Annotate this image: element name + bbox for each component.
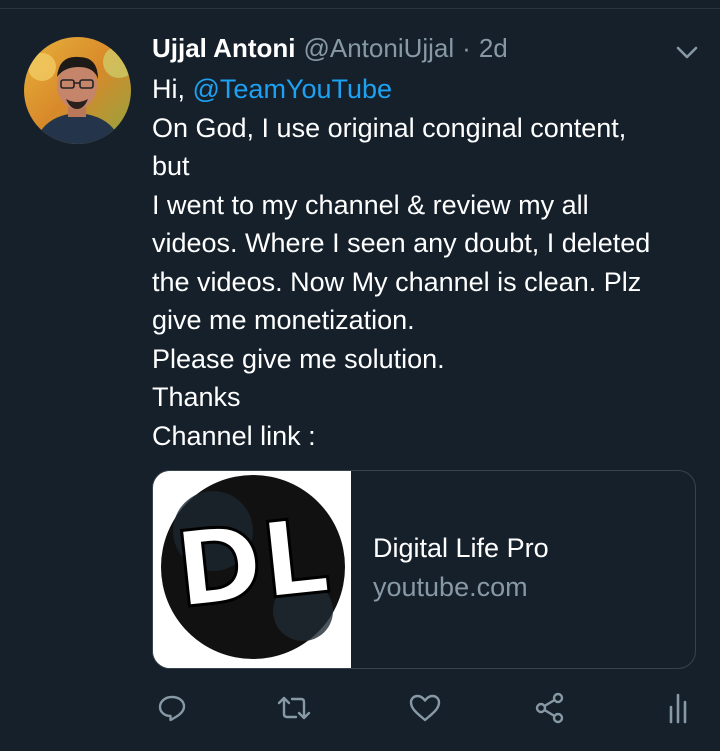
dl-logo-image: DL [153,471,351,668]
analytics-button[interactable] [660,690,696,726]
more-options-button[interactable] [673,40,701,64]
text-line: but [152,151,190,181]
tweet-header: Ujjal Antoni @AntoniUjjal · 2d [152,33,508,69]
avatar[interactable] [24,37,131,144]
text-line: Thanks [152,382,241,412]
separator: · [462,33,471,63]
analytics-icon [669,693,687,724]
link-card[interactable]: DL Digital Life Pro youtube.com [152,470,696,669]
text-line: the videos. Now My channel is clean. Plz [152,266,642,297]
svg-text:DL: DL [170,494,335,631]
greeting: Hi, [152,74,193,104]
tweet-text: Hi, @TeamYouTube On God, I use original … [152,70,702,455]
retweet-button[interactable] [276,690,312,726]
text-line: videos. Where I seen any doubt, I delete… [152,228,651,258]
chevron-down-icon [676,46,698,59]
text-line: give me monetization. [152,305,415,335]
like-button[interactable] [407,690,443,726]
text-line: Please give me solution. [152,343,445,374]
timestamp[interactable]: 2d [479,33,508,64]
retweet-icon [277,696,311,720]
author-name[interactable]: Ujjal Antoni [152,33,295,64]
avatar-image [24,37,131,144]
link-card-domain: youtube.com [373,572,528,602]
link-card-title: Digital Life Pro [373,533,549,563]
share-icon [535,692,564,724]
text-line: On God, I use original conginal content, [152,112,627,143]
reply-icon [158,695,186,722]
divider [0,8,720,9]
channel-logo: DL [153,471,351,668]
text-line: I went to my channel & review my all [152,189,589,220]
text-line: Channel link : [152,420,316,451]
share-button[interactable] [532,690,568,726]
mention-link[interactable]: @TeamYouTube [193,74,393,104]
reply-button[interactable] [154,690,190,726]
author-handle[interactable]: @AntoniUjjal [303,33,454,64]
greeting-line: Hi, @TeamYouTube [152,70,702,109]
tweet-actions [0,690,720,734]
like-icon [409,694,441,722]
link-card-info: Digital Life Pro youtube.com [351,471,549,668]
